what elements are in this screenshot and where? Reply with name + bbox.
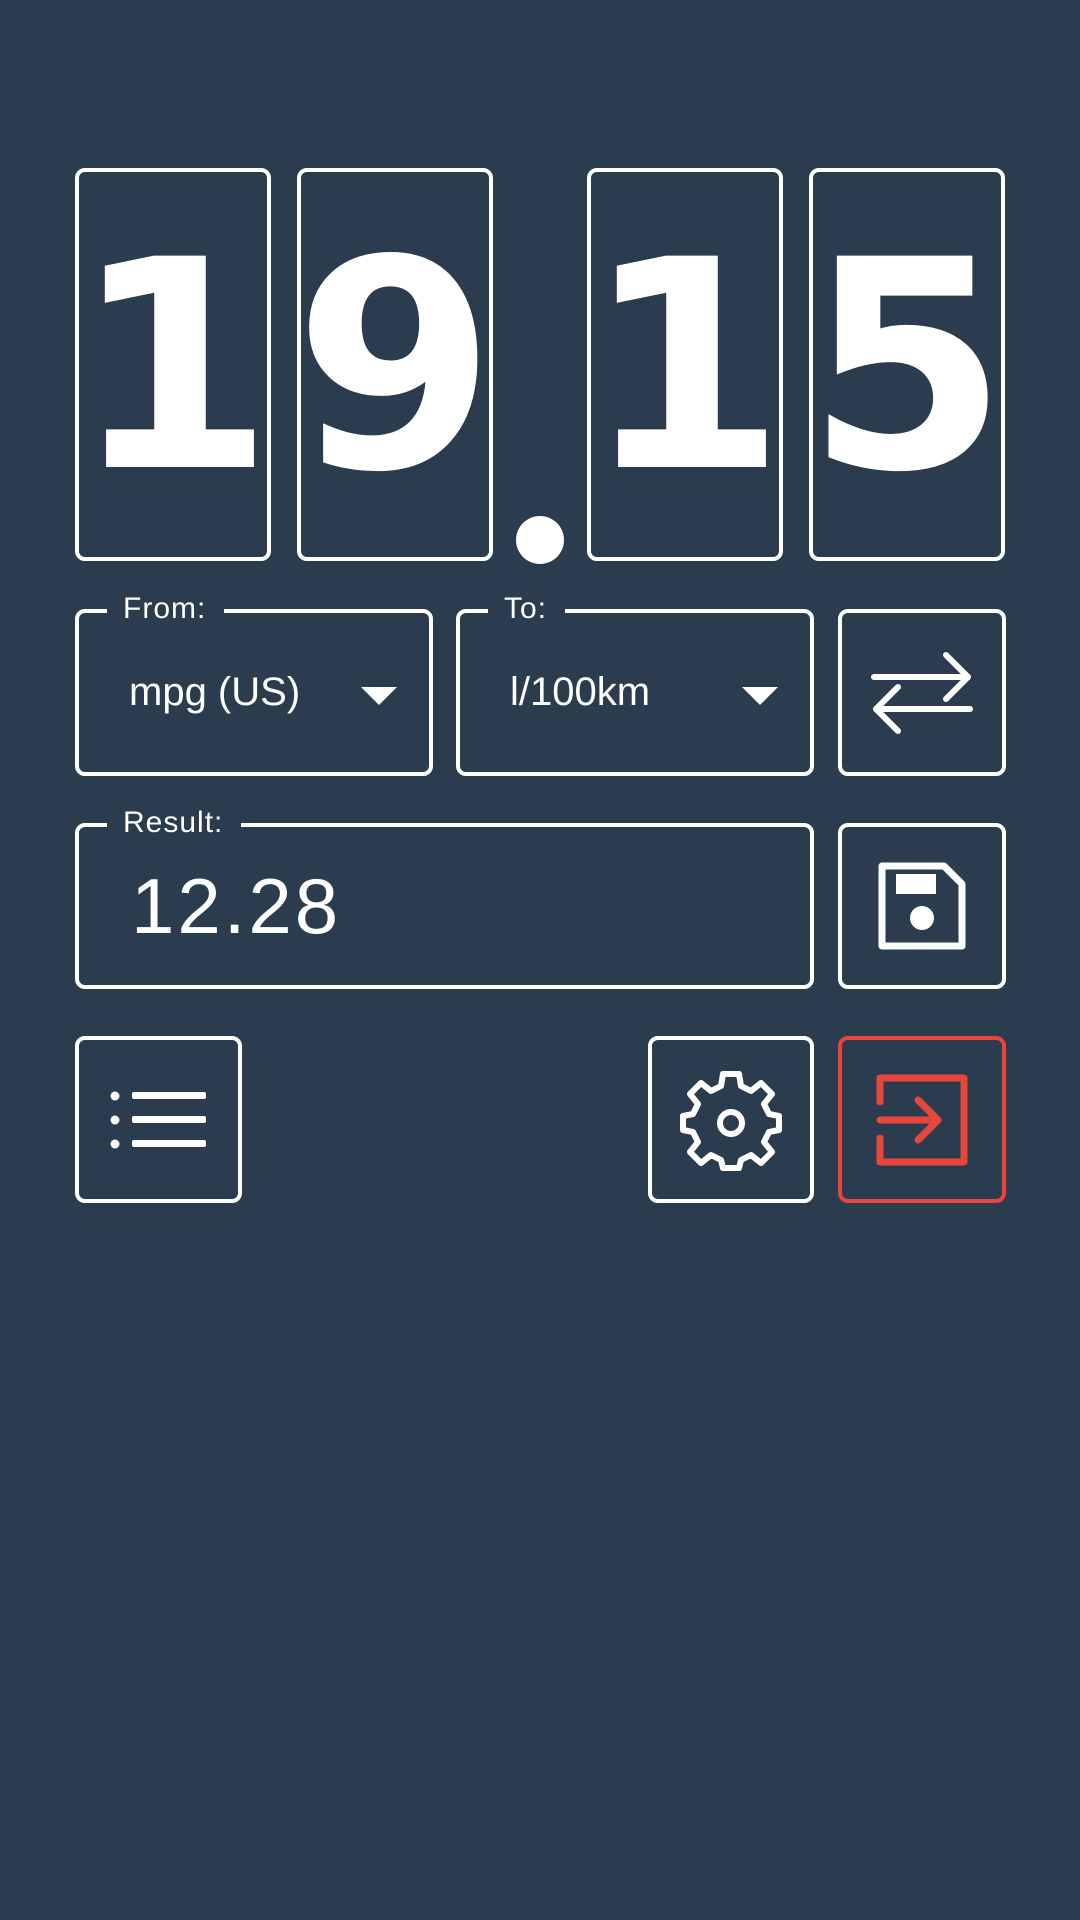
digit-box-2[interactable]: 9 xyxy=(297,168,493,561)
digit-box-3[interactable]: 1 xyxy=(587,168,783,561)
exit-button[interactable] xyxy=(838,1036,1006,1203)
gear-icon xyxy=(652,1040,810,1199)
save-button[interactable] xyxy=(838,823,1006,989)
to-unit-select[interactable]: To: l/100km xyxy=(456,591,814,776)
result-value: 12.28 xyxy=(131,861,342,950)
from-unit-select[interactable]: From: mpg (US) xyxy=(75,591,433,776)
chevron-down-icon xyxy=(742,687,778,705)
digit-box-4[interactable]: 5 xyxy=(809,168,1005,561)
result-field: Result: 12.28 xyxy=(75,805,814,989)
decimal-point xyxy=(516,516,564,564)
digit-value: 1 xyxy=(587,198,783,536)
swap-units-button[interactable] xyxy=(838,609,1006,776)
digit-value: 5 xyxy=(809,198,1005,536)
sign-in-icon xyxy=(842,1040,1002,1199)
floppy-disk-icon xyxy=(842,827,1002,985)
converter-screen: 1 9 1 5 From: mpg (US) To: l/100km Resul… xyxy=(0,0,1080,1920)
swap-arrows-icon xyxy=(842,613,1002,772)
list-icon xyxy=(79,1040,238,1199)
settings-button[interactable] xyxy=(648,1036,814,1203)
chevron-down-icon xyxy=(361,687,397,705)
to-unit-value: l/100km xyxy=(510,670,651,714)
digit-box-1[interactable]: 1 xyxy=(75,168,271,561)
history-list-button[interactable] xyxy=(75,1036,242,1203)
digit-value: 9 xyxy=(297,198,493,536)
from-unit-value: mpg (US) xyxy=(129,670,301,714)
digit-value: 1 xyxy=(75,198,271,536)
